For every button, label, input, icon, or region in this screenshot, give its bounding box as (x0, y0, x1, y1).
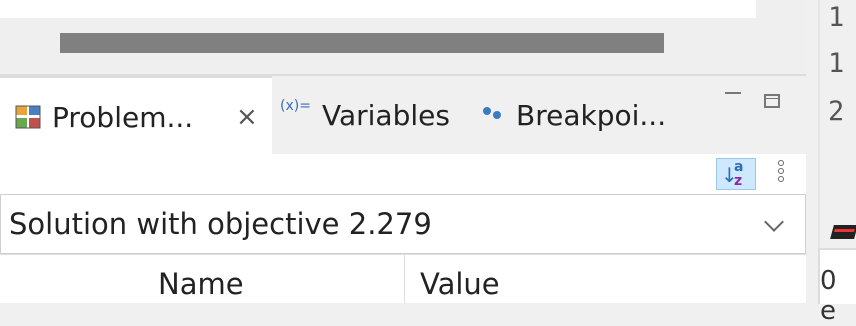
tab-variables[interactable]: (x)= Variables (274, 76, 474, 154)
tab-breakpoints[interactable]: Breakpoi... (474, 76, 704, 154)
line-number: 1 (828, 2, 845, 33)
column-header-value[interactable]: Value (420, 267, 500, 301)
solution-dropdown[interactable]: Solution with objective 2.279 (0, 194, 806, 254)
chevron-down-icon (764, 212, 784, 232)
sort-z-icon: z (734, 173, 743, 189)
tab-problem[interactable]: Problem... × (0, 76, 272, 156)
tab-label: Problem... (52, 100, 194, 134)
line-number: 1 (828, 48, 845, 79)
variables-icon: (x)= (280, 98, 311, 114)
minimize-icon[interactable] (725, 92, 741, 94)
column-separator[interactable] (404, 255, 405, 303)
tab-label: Breakpoi... (516, 98, 667, 132)
right-panel-icon[interactable] (830, 225, 856, 239)
table-header: Name Value (0, 254, 806, 303)
editor-content (0, 0, 756, 18)
view-toolbar (0, 154, 806, 194)
close-icon[interactable]: × (236, 102, 258, 132)
horizontal-scrollbar[interactable] (60, 33, 664, 53)
column-header-name[interactable]: Name (158, 267, 244, 301)
sort-az-button[interactable]: ↓ a z (716, 158, 756, 190)
editor-area (0, 0, 806, 76)
dropdown-value: Solution with objective 2.279 (9, 207, 432, 241)
maximize-icon[interactable] (764, 94, 780, 108)
problem-view-icon (15, 105, 41, 129)
tab-label: Variables (322, 98, 450, 132)
line-number: 2 (828, 96, 845, 127)
view-menu-icon[interactable] (778, 160, 786, 190)
right-panel-text: 0 e (820, 266, 837, 326)
breakpoints-icon (483, 107, 501, 119)
view-tab-strip: Problem... × (x)= Variables Breakpoi... (0, 76, 806, 156)
